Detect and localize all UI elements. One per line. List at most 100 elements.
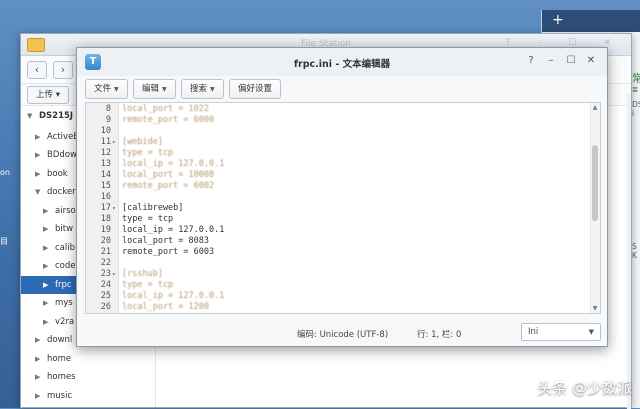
code-text: local_ip = 127.0.0.1 [122,291,225,301]
code-line[interactable]: 16 [86,192,586,203]
search-menu-label: 搜索 [190,84,208,94]
expand-arrow-icon[interactable]: ▼ [35,183,40,201]
line-number: 19 [100,225,111,235]
collapse-arrow-icon[interactable]: ▶ [35,146,40,164]
text-editor-window: T frpc.ini - 文本编辑器 ? – ☐ ✕ 文件 ▼ 编辑 ▼ 搜索 ▼ 偏… [76,47,608,347]
folder-tree-label: v2ra [55,316,75,327]
scrollbar-thumb[interactable] [592,145,598,221]
folder-tree-label: airso [55,205,76,216]
line-number: 20 [100,236,111,246]
collapse-arrow-icon[interactable]: ▶ [35,128,40,146]
chevron-down-icon: ▼ [588,328,594,336]
folder-tree-label: downl [47,335,73,345]
code-text: local_ip = 127.0.0.1 [122,225,225,235]
folder-tree-label: ActiveB [47,131,80,142]
folder-tree-item[interactable]: ▶ homes [21,368,156,386]
add-button[interactable]: + [542,10,640,32]
search-menu-button[interactable]: 搜索 ▼ [181,79,224,99]
folder-tree-label: calib [55,242,76,253]
code-line[interactable]: 23 ▾ [rsshub] [86,269,586,280]
line-number: 11 [100,137,111,147]
code-text: remote_port = 6000 [122,115,215,125]
edit-menu-button[interactable]: 编辑 ▼ [133,79,176,99]
line-number: 26 [100,302,111,312]
code-line[interactable]: 17 ▾ [calibreweb] [86,203,586,214]
collapse-arrow-icon[interactable]: ▶ [43,257,48,275]
upload-button[interactable]: 上传 ▾ [27,86,69,104]
forward-button[interactable]: › [53,61,73,79]
editor-toolbar: 文件 ▼ 编辑 ▼ 搜索 ▼ 偏好设置 [77,76,607,102]
folder-tree-label: mys [55,298,73,308]
code-line[interactable]: 11 ▾ [webide] [86,137,586,148]
back-button[interactable]: ‹ [27,61,47,79]
collapse-arrow-icon[interactable]: ▶ [35,331,40,349]
fold-toggle-icon[interactable]: ▾ [112,203,116,214]
folder-tree-label: DS215J [39,111,74,121]
panel-label: DS [632,100,640,109]
editor-titlebar: T frpc.ini - 文本编辑器 ? – ☐ ✕ [77,48,607,76]
code-line[interactable]: 19 local_ip = 127.0.0.1 [86,225,586,236]
editor-scrollbar[interactable]: ▲ ▼ [590,103,600,313]
collapse-arrow-icon[interactable]: ▶ [43,220,48,238]
code-line[interactable]: 14 local_port = 10008 [86,170,586,181]
code-line[interactable]: 9 remote_port = 6000 [86,115,586,126]
code-line[interactable]: 8 local_port = 1022 [86,104,586,115]
code-line[interactable]: 15 remote_port = 6002 [86,181,586,192]
preferences-button[interactable]: 偏好设置 [229,79,282,99]
close-icon[interactable]: ✕ [585,55,597,66]
code-text: type = tcp [122,214,174,224]
editor-statusbar: 编码: Unicode (UTF-8) 行: 1, 栏: 0 Ini ▼ [77,316,607,346]
scrollbar[interactable] [627,94,631,409]
scroll-up-icon[interactable]: ▲ [591,104,599,111]
code-line[interactable]: 20 local_port = 8083 [86,236,586,247]
fold-toggle-icon[interactable]: ▾ [112,269,116,280]
code-line[interactable]: 13 local_ip = 127.0.0.1 [86,159,586,170]
folder-tree-label: BDdow [47,150,77,160]
folder-tree-label: home [47,353,72,364]
collapse-arrow-icon[interactable]: ▶ [35,350,40,368]
collapse-arrow-icon[interactable]: ▶ [35,387,40,405]
code-line[interactable]: 24 type = tcp [86,280,586,291]
code-line[interactable]: 26 local_port = 1200 [86,302,586,313]
folder-tree-label: frpc [55,279,72,290]
code-text: local_ip = 127.0.0.1 [122,159,225,169]
collapse-arrow-icon[interactable]: ▶ [43,239,48,257]
collapse-arrow-icon[interactable]: ▶ [35,368,40,386]
panel-label: 常 [632,72,640,85]
scroll-down-icon[interactable]: ▼ [591,305,599,312]
panel-label: ≣ [632,85,639,94]
maximize-icon[interactable]: ☐ [565,55,577,66]
help-icon[interactable]: ? [525,55,537,66]
code-line[interactable]: 22 [86,258,586,269]
code-line[interactable]: 25 local_ip = 127.0.0.1 [86,291,586,302]
expand-arrow-icon[interactable]: ▼ [27,107,32,125]
collapse-arrow-icon[interactable]: ▶ [43,276,48,294]
code-line[interactable]: 18 type = tcp [86,214,586,225]
code-line[interactable]: 10 [86,126,586,137]
panel-label: S K [632,242,637,260]
code-text: remote_port = 6003 [122,247,215,257]
fold-toggle-icon[interactable]: ▾ [112,137,116,148]
line-number: 21 [100,247,111,257]
folder-tree-item[interactable]: ▶ music [21,387,156,405]
desktop-label: 目 [0,237,8,246]
code-text: local_port = 8083 [122,236,209,246]
code-text: [webide] [122,137,163,147]
folder-tree-item[interactable]: ▶ home [21,350,156,368]
line-number: 17 [100,203,111,213]
code-editor[interactable]: 8 local_port = 1022 9 remote_port = 6000 10 1… [85,102,601,314]
desktop-label: on [0,168,10,177]
language-select[interactable]: Ini ▼ [521,323,601,341]
collapse-arrow-icon[interactable]: ▶ [43,313,48,331]
watermark: 头条 @少数派 [537,379,632,397]
file-menu-button[interactable]: 文件 ▼ [85,79,128,99]
code-text: local_port = 1200 [122,302,209,312]
minimize-icon[interactable]: – [545,55,557,66]
collapse-arrow-icon[interactable]: ▶ [43,294,48,312]
collapse-arrow-icon[interactable]: ▶ [43,202,48,220]
file-menu-label: 文件 [94,84,112,94]
code-line[interactable]: 12 type = tcp [86,148,586,159]
code-line[interactable]: 21 remote_port = 6003 [86,247,586,258]
folder-tree-label: homes [47,372,76,382]
collapse-arrow-icon[interactable]: ▶ [35,165,40,183]
